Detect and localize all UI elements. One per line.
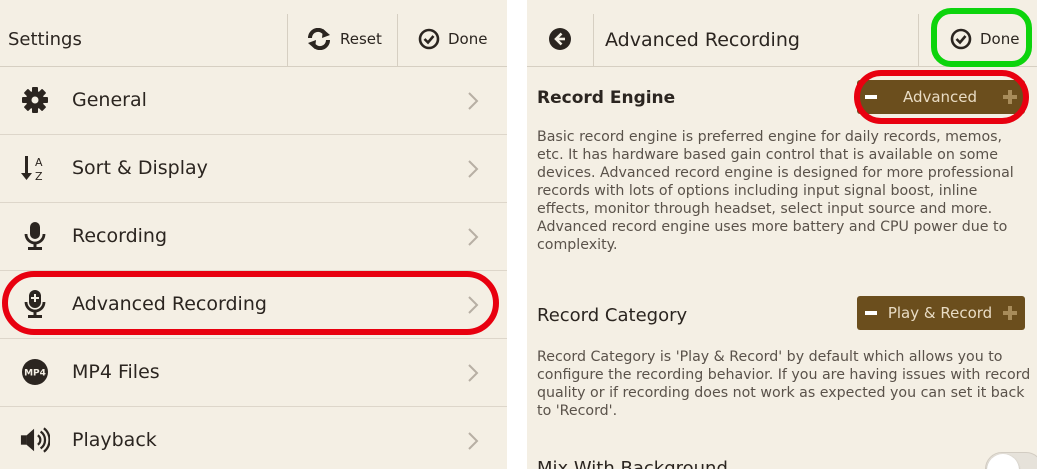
record-category-value: Play & Record — [887, 304, 993, 322]
speaker-icon — [20, 425, 50, 455]
menu-item-playback[interactable]: Playback — [0, 407, 507, 469]
back-arrow-icon[interactable] — [549, 28, 571, 50]
chevron-right-icon — [468, 92, 479, 110]
record-engine-value: Advanced — [902, 88, 978, 106]
mp4-icon-text: MP4 — [24, 369, 46, 379]
check-circle-icon — [418, 28, 440, 50]
reset-button[interactable]: Reset — [306, 14, 382, 64]
svg-text:A: A — [35, 156, 43, 169]
toggle-knob — [987, 454, 1019, 469]
menu-item-advanced-recording[interactable]: Advanced Recording — [0, 271, 507, 339]
microphone-icon — [20, 221, 50, 251]
record-engine-stepper[interactable]: Advanced — [857, 80, 1025, 114]
record-category-description: Record Category is 'Play & Record' by de… — [537, 349, 1031, 419]
gear-icon — [20, 85, 50, 115]
header-divider — [918, 14, 919, 66]
advanced-recording-header: Advanced Recording Done — [527, 0, 1037, 67]
header-divider — [287, 14, 288, 66]
chevron-right-icon — [468, 432, 479, 450]
highlight-annotation — [931, 8, 1032, 67]
mp4-icon: MP4 — [20, 357, 50, 387]
menu-item-label: Playback — [72, 429, 157, 451]
done-button[interactable]: Done — [418, 14, 487, 64]
menu-item-label: Advanced Recording — [72, 293, 267, 315]
settings-title: Settings — [8, 29, 82, 50]
menu-item-recording[interactable]: Recording — [0, 203, 507, 271]
menu-item-label: General — [72, 89, 147, 111]
chevron-right-icon — [468, 160, 479, 178]
menu-item-sort-display[interactable]: A Z Sort & Display — [0, 135, 507, 203]
menu-item-general[interactable]: General — [0, 67, 507, 135]
menu-item-label: MP4 Files — [72, 361, 160, 383]
plus-icon[interactable] — [1003, 306, 1017, 320]
header-divider — [593, 14, 594, 66]
page-title: Advanced Recording — [605, 29, 800, 51]
settings-panel: Settings Reset Done General A Z Sort & D… — [0, 0, 507, 469]
sort-az-icon: A Z — [20, 153, 50, 183]
header-divider — [397, 14, 398, 66]
minus-icon[interactable] — [865, 311, 877, 315]
menu-item-label: Sort & Display — [72, 157, 208, 179]
microphone-plus-icon — [20, 289, 50, 319]
record-category-title: Record Category — [537, 305, 688, 326]
chevron-right-icon — [468, 364, 479, 382]
advanced-recording-panel: Advanced Recording Done Record Engine Ad… — [527, 0, 1037, 469]
record-category-stepper[interactable]: Play & Record — [857, 296, 1025, 330]
done-label: Done — [448, 30, 488, 48]
record-engine-description: Basic record engine is preferred engine … — [537, 129, 1014, 253]
svg-text:Z: Z — [35, 170, 43, 183]
minus-icon[interactable] — [865, 95, 877, 99]
chevron-right-icon — [468, 228, 479, 246]
plus-icon[interactable] — [1003, 90, 1017, 104]
menu-item-mp4-files[interactable]: MP4 MP4 Files — [0, 339, 507, 407]
refresh-icon — [307, 28, 331, 50]
settings-header: Settings Reset Done — [0, 0, 507, 67]
mix-with-background-title: Mix With Background — [537, 458, 728, 469]
mix-with-background-toggle[interactable] — [985, 452, 1037, 469]
record-engine-title: Record Engine — [537, 88, 676, 108]
menu-item-label: Recording — [72, 225, 168, 247]
reset-label: Reset — [340, 30, 382, 48]
chevron-right-icon — [468, 296, 479, 314]
